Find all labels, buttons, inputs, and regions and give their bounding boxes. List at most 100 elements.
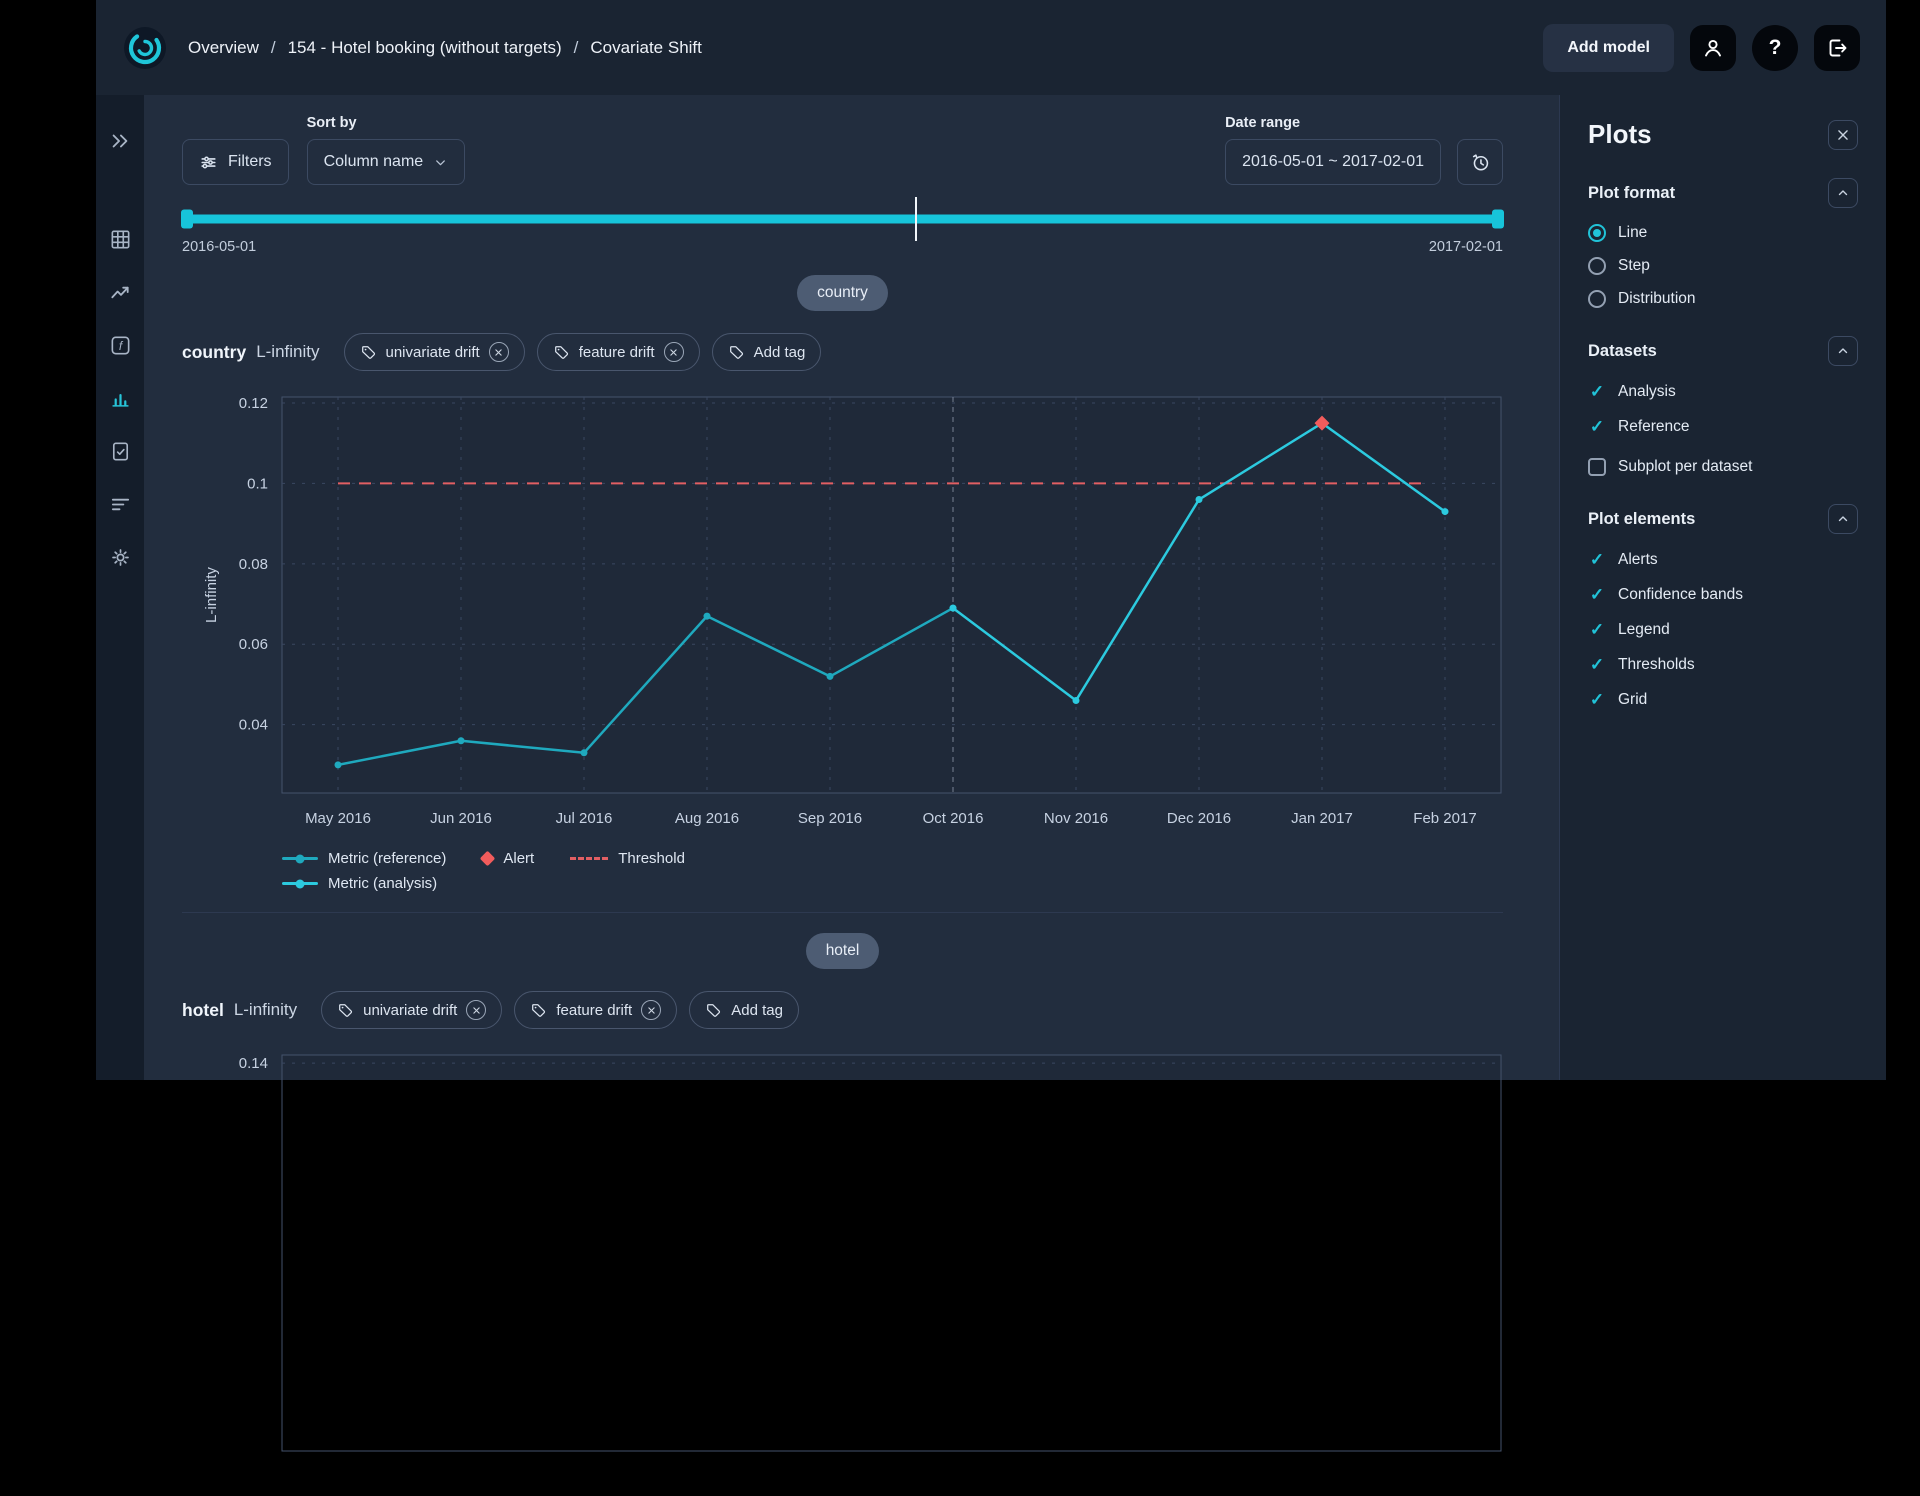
plot-elements-title: Plot elements <box>1588 510 1695 529</box>
toggle-reference[interactable]: Reference <box>1588 417 1858 437</box>
filters-button[interactable]: Filters <box>182 139 289 185</box>
plot-format-title: Plot format <box>1588 184 1675 203</box>
tag-univariate-drift[interactable]: univariate drift <box>321 991 502 1029</box>
chevron-up-icon <box>1836 186 1850 200</box>
sort-by-label: Sort by <box>307 115 466 133</box>
radio-icon <box>1588 224 1606 242</box>
tag-univariate-drift[interactable]: univariate drift <box>344 333 525 371</box>
main-content: Filters Sort by Column name Date range <box>144 95 1559 1080</box>
add-tag-button[interactable]: Add tag <box>689 991 799 1029</box>
tag-icon <box>360 344 377 361</box>
tag-feature-drift[interactable]: feature drift <box>514 991 677 1029</box>
remove-tag-button[interactable] <box>664 342 684 362</box>
sort-select-value: Column name <box>324 153 424 171</box>
sidebar-item-logs[interactable] <box>98 482 142 526</box>
subplot-per-dataset-checkbox[interactable]: Subplot per dataset <box>1588 458 1858 476</box>
user-account-button[interactable] <box>1690 25 1736 71</box>
timeline-slider[interactable] <box>182 209 1503 229</box>
legend-analysis: Metric (analysis) <box>282 875 446 892</box>
svg-text:0.06: 0.06 <box>239 636 268 653</box>
breadcrumb-overview[interactable]: Overview <box>188 38 259 58</box>
check-label: Thresholds <box>1618 656 1695 674</box>
toggle-alerts[interactable]: Alerts <box>1588 550 1858 570</box>
timeline-cursor[interactable] <box>915 197 917 241</box>
svg-text:f: f <box>118 338 123 352</box>
sidebar-item-settings[interactable] <box>98 535 142 579</box>
list-filter-icon <box>109 493 132 516</box>
date-range-input[interactable]: 2016-05-01 ~ 2017-02-01 <box>1225 139 1441 185</box>
tag-label: feature drift <box>556 1002 632 1019</box>
svg-text:Aug 2016: Aug 2016 <box>675 810 739 827</box>
timeline-track[interactable] <box>182 215 1503 224</box>
tag-feature-drift[interactable]: feature drift <box>537 333 700 371</box>
column-chip-hotel: hotel <box>806 933 880 969</box>
check-label: Legend <box>1618 621 1670 639</box>
checkbox-label: Subplot per dataset <box>1618 458 1752 476</box>
toggle-thresholds[interactable]: Thresholds <box>1588 655 1858 675</box>
radio-step[interactable]: Step <box>1588 257 1858 275</box>
logout-button[interactable] <box>1814 25 1860 71</box>
close-icon <box>647 1006 656 1015</box>
reference-line-glyph <box>282 857 318 860</box>
remove-tag-button[interactable] <box>641 1000 661 1020</box>
sidebar-expand-button[interactable] <box>98 119 142 163</box>
toggle-legend[interactable]: Legend <box>1588 620 1858 640</box>
history-clock-icon <box>1470 152 1491 173</box>
remove-tag-button[interactable] <box>489 342 509 362</box>
plot-elements-section: Plot elements Alerts Confidence bands <box>1588 504 1858 710</box>
radio-icon <box>1588 257 1606 275</box>
svg-text:0.12: 0.12 <box>239 395 268 412</box>
add-tag-button[interactable]: Add tag <box>712 333 822 371</box>
sidebar-item-data[interactable] <box>98 217 142 261</box>
timeline-end-handle[interactable] <box>1492 210 1504 229</box>
breadcrumb-model[interactable]: 154 - Hotel booking (without targets) <box>288 38 562 58</box>
check-icon <box>1588 690 1606 710</box>
sort-select[interactable]: Column name <box>307 139 466 185</box>
collapse-plot-format-button[interactable] <box>1828 178 1858 208</box>
svg-text:0.08: 0.08 <box>239 556 268 573</box>
toggle-confidence-bands[interactable]: Confidence bands <box>1588 585 1858 605</box>
add-model-button[interactable]: Add model <box>1543 24 1674 72</box>
radio-line[interactable]: Line <box>1588 224 1858 242</box>
topbar-actions: Add model ? <box>1543 24 1860 72</box>
breadcrumb-current-page: Covariate Shift <box>590 38 702 58</box>
svg-text:Nov 2016: Nov 2016 <box>1044 810 1108 827</box>
svg-text:0.1: 0.1 <box>247 475 268 492</box>
close-icon <box>669 348 678 357</box>
close-icon <box>494 348 503 357</box>
sidebar-item-concept-drift[interactable]: f <box>98 323 142 367</box>
app-logo-icon[interactable] <box>122 25 168 71</box>
radio-distribution[interactable]: Distribution <box>1588 290 1858 308</box>
history-button[interactable] <box>1457 139 1503 185</box>
svg-text:Sep 2016: Sep 2016 <box>798 810 862 827</box>
breadcrumb-separator: / <box>574 38 579 58</box>
country-section-header: country L-infinity univariate drift <box>182 333 1503 371</box>
chevron-up-icon <box>1836 344 1850 358</box>
close-panel-button[interactable] <box>1828 120 1858 150</box>
country-drift-chart[interactable]: 0.040.060.080.10.12May 2016Jun 2016Jul 2… <box>182 389 1503 838</box>
sidebar-item-covariate-shift[interactable] <box>98 376 142 420</box>
tag-icon <box>530 1002 547 1019</box>
toolbar: Filters Sort by Column name Date range <box>182 115 1503 185</box>
logout-icon <box>1825 36 1849 60</box>
filters-icon <box>199 153 218 172</box>
timeline-start-handle[interactable] <box>181 210 193 229</box>
sidebar-item-reports[interactable] <box>98 429 142 473</box>
svg-text:0.14: 0.14 <box>239 1055 268 1072</box>
tag-label: feature drift <box>579 344 655 361</box>
alert-diamond-icon <box>480 851 496 867</box>
radio-label: Line <box>1618 224 1647 242</box>
datasets-section: Datasets Analysis Reference <box>1588 336 1858 476</box>
remove-tag-button[interactable] <box>466 1000 486 1020</box>
chart-legend: Metric (reference) Alert Threshold Metri… <box>282 850 1503 892</box>
hotel-drift-chart[interactable]: 0.14 <box>182 1047 1503 1496</box>
sidebar-item-performance[interactable] <box>98 270 142 314</box>
double-chevron-right-icon <box>109 130 131 152</box>
collapse-plot-elements-button[interactable] <box>1828 504 1858 534</box>
collapse-datasets-button[interactable] <box>1828 336 1858 366</box>
toggle-analysis[interactable]: Analysis <box>1588 382 1858 402</box>
sidebar: f <box>96 95 144 1080</box>
column-chip-country: country <box>797 275 888 311</box>
toggle-grid[interactable]: Grid <box>1588 690 1858 710</box>
help-button[interactable]: ? <box>1752 25 1798 71</box>
